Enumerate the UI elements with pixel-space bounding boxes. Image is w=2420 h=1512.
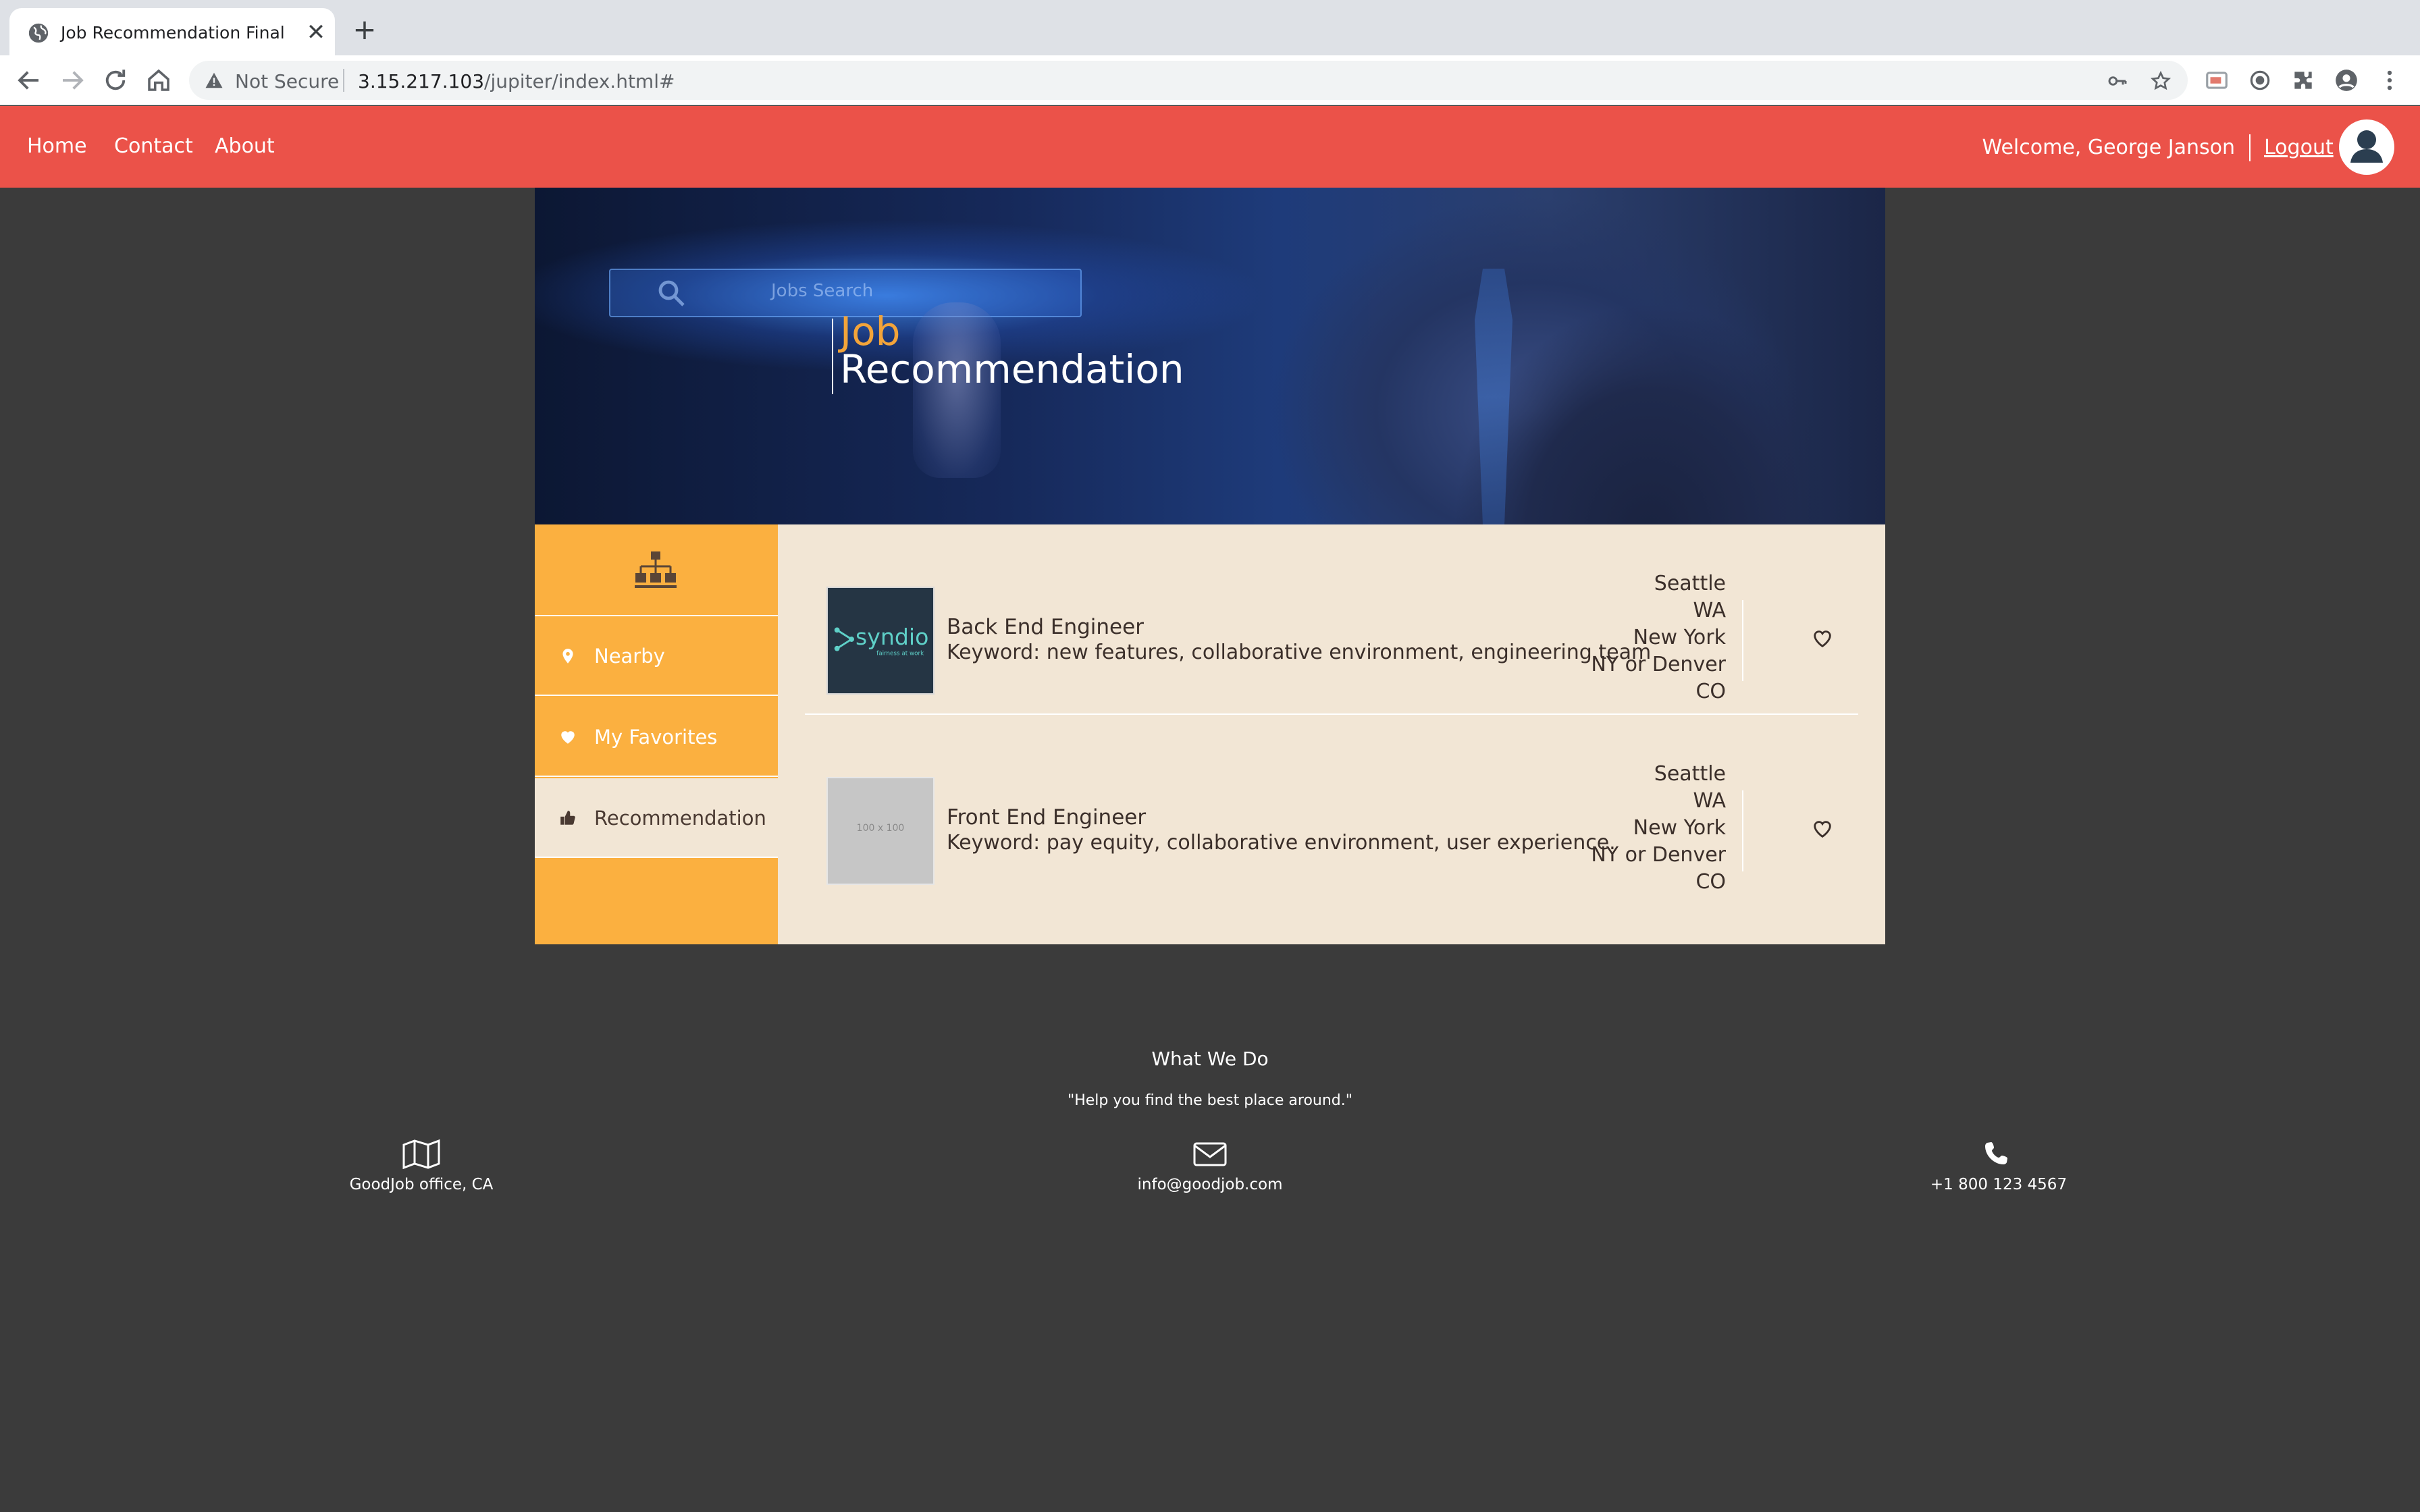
job-item[interactable]: 100 x 100 Front End Engineer Keyword: pa… [805,715,1858,905]
job-item[interactable]: syndio fairness at work Back End Enginee… [805,524,1858,715]
not-secure-label[interactable]: Not Secure [235,70,339,92]
profile-icon[interactable] [2334,68,2359,93]
nav-contact[interactable]: Contact [114,134,193,158]
heart-outline-icon[interactable] [1811,817,1834,840]
back-icon[interactable] [15,66,43,94]
close-tab-icon[interactable]: ✕ [302,19,330,46]
heart-outline-icon[interactable] [1811,627,1834,650]
job-location: Seattle WA New York NY or Denver CO [1521,570,1726,705]
company-logo-placeholder: 100 x 100 [826,777,935,885]
new-tab-icon[interactable]: + [351,16,378,44]
sidebar-item-label: Nearby [594,645,665,668]
contact-phone-text: +1 800 123 4567 [1930,1176,2068,1193]
job-title[interactable]: Back End Engineer [947,615,1144,639]
location-line: NY or Denver [1591,653,1726,676]
sidebar-item-nearby[interactable]: Nearby [535,616,778,696]
location-line: WA [1693,599,1726,622]
location-line: WA [1693,789,1726,813]
search-icon [658,280,685,306]
location-line: NY or Denver [1591,843,1726,867]
browser-tab[interactable]: Job Recommendation Final ✕ [9,8,335,58]
forward-icon[interactable] [58,66,86,94]
sidebar-header [535,524,778,616]
logout-link[interactable]: Logout [2264,136,2334,159]
sidebar-item-label: Recommendation [594,807,766,830]
url-text[interactable]: 3.15.217.103/jupiter/index.html# [358,70,675,92]
location-line: CO [1695,870,1726,894]
sitemap-icon [635,551,677,588]
puzzle-icon[interactable] [2290,68,2316,93]
hero-title-bar [832,319,833,394]
contact-address: GoodJob office, CA [286,1139,556,1193]
header-separator [2249,134,2251,161]
map-marker-icon [562,649,573,664]
syndio-logo-icon: syndio fairness at work [834,624,928,657]
sidebar-item-recommendation[interactable]: Recommendation [535,778,778,858]
browser-toolbar: Not Secure 3.15.217.103/jupiter/index.ht… [0,55,2420,105]
address-separator [343,69,344,92]
company-logo: syndio fairness at work [826,587,935,695]
site-header: Home Contact About Welcome, George Janso… [0,106,2420,188]
contact-phone: +1 800 123 4567 [1864,1139,2134,1193]
footer-quote: "Help you find the best place around." [1068,1092,1352,1109]
sidebar: Nearby My Favorites Recommendation [535,524,778,944]
hero-search-text: Jobs Search [771,281,874,301]
footer-heading: What We Do [1151,1048,1269,1070]
thumbs-up-icon [560,811,575,825]
menu-dots-icon[interactable] [2377,68,2402,93]
location-line: Seattle [1654,762,1726,786]
job-list: syndio fairness at work Back End Enginee… [778,524,1885,944]
hero-title-recommendation: Recommendation [840,346,1184,392]
warning-icon[interactable] [204,70,224,90]
placeholder-label: 100 x 100 [856,823,905,834]
map-icon [402,1139,440,1169]
job-title[interactable]: Front End Engineer [947,805,1146,830]
key-icon[interactable] [2107,70,2128,92]
phone-icon [1985,1142,2007,1164]
hero-title-job: Job [840,308,901,354]
nav-home[interactable]: Home [27,134,87,158]
heart-icon [561,731,575,744]
welcome-message: Welcome, George Janson [1982,136,2235,159]
reload-icon[interactable] [101,66,130,94]
nav-about[interactable]: About [215,134,275,158]
bookmark-star-icon[interactable] [2150,70,2172,92]
hero-suit-graphic [1399,215,1885,524]
cast-icon[interactable] [2204,68,2230,93]
job-location: Seattle WA New York NY or Denver CO [1521,761,1726,896]
envelope-icon [1193,1142,1227,1166]
hero-banner: Jobs Search Job Recommendation [535,188,1885,524]
contact-address-text: GoodJob office, CA [349,1176,494,1193]
location-line: New York [1633,626,1726,649]
job-divider [1742,600,1743,681]
extension-circle-icon[interactable] [2247,68,2273,93]
address-bar[interactable]: Not Secure 3.15.217.103/jupiter/index.ht… [189,61,2188,100]
logo-wordmark: syndio [856,624,928,650]
user-avatar-icon [2350,130,2383,163]
job-divider [1742,790,1743,871]
browser-tabstrip: Job Recommendation Final ✕ + [0,0,2420,58]
logo-tagline: fairness at work [876,650,924,657]
avatar[interactable] [2339,119,2394,175]
location-line: New York [1633,816,1726,840]
url-host: 3.15.217.103 [358,70,485,92]
job-keywords: Keyword: pay equity, collaborative envir… [947,831,1616,855]
location-line: Seattle [1654,572,1726,595]
sidebar-item-label: My Favorites [594,726,718,749]
location-line: CO [1695,680,1726,703]
home-icon[interactable] [144,66,173,94]
tab-title: Job Recommendation Final [61,23,285,43]
contact-email-text[interactable]: info@goodjob.com [1075,1176,1345,1193]
url-path: /jupiter/index.html# [484,70,675,92]
globe-icon [28,23,49,43]
sidebar-item-my-favorites[interactable]: My Favorites [535,697,778,777]
contact-email: info@goodjob.com [1075,1139,1345,1193]
